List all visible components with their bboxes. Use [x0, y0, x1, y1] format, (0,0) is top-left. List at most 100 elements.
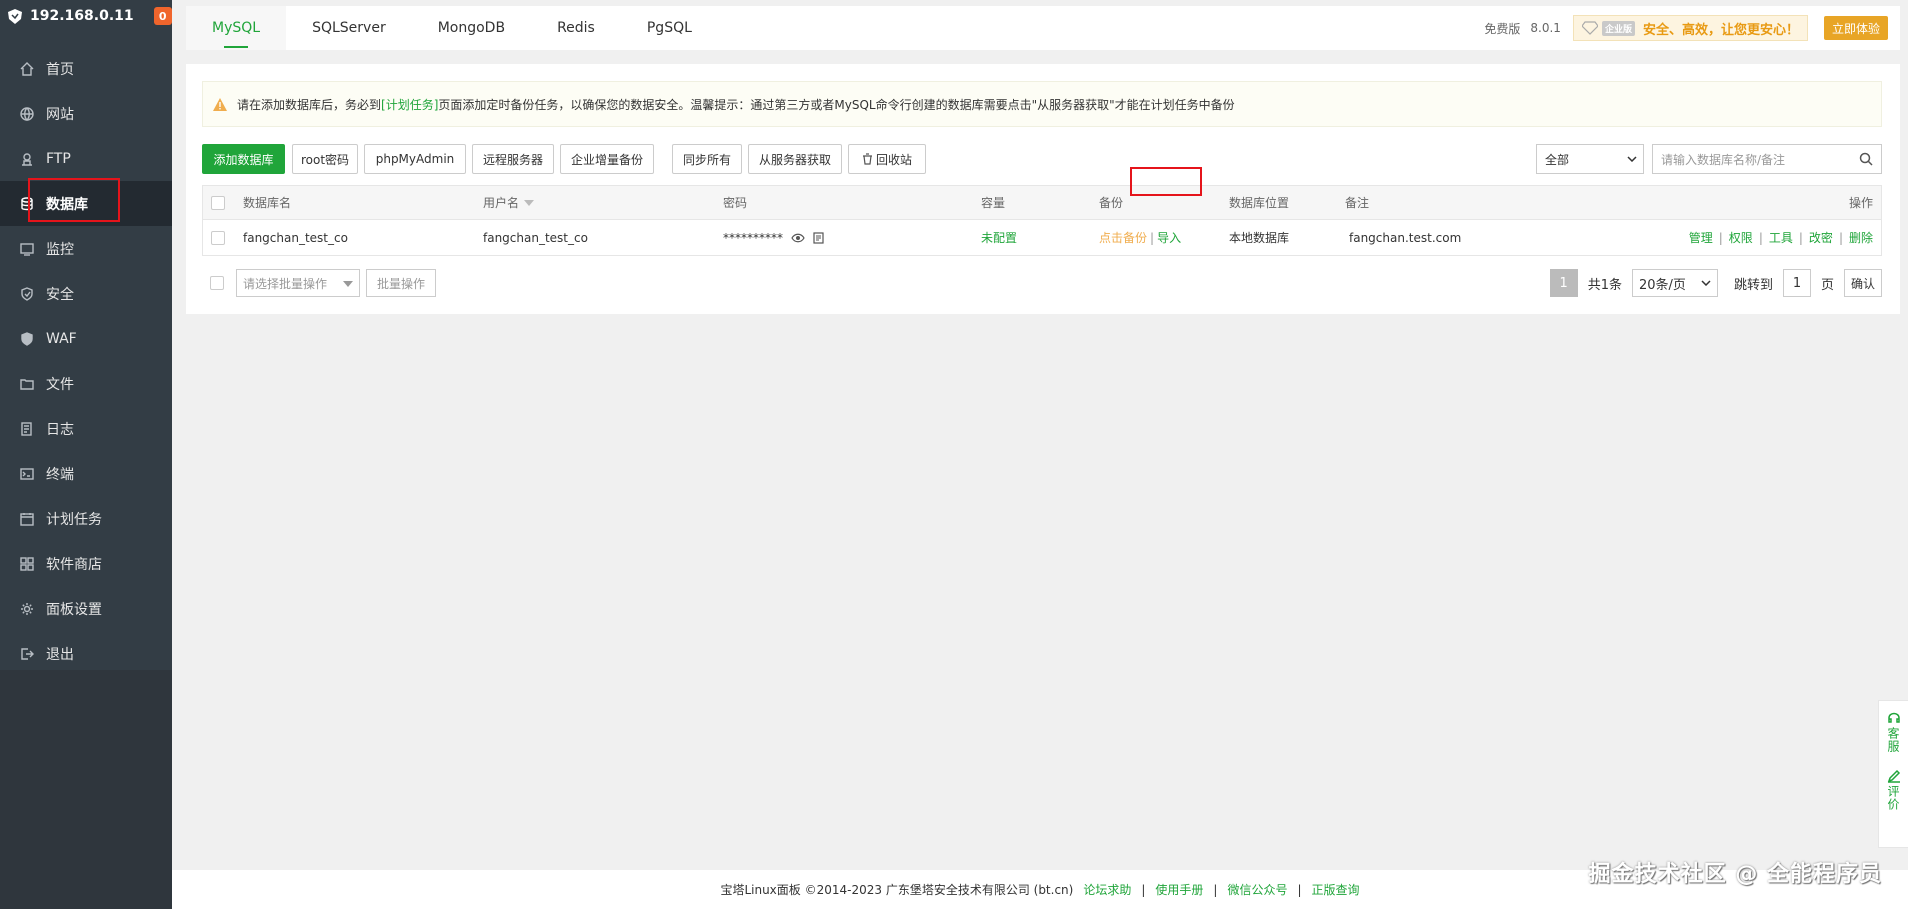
backup-notice: 请在添加数据库后，务必到 [计划任务] 页面添加定时备份任务，以确保您的数据安全…	[202, 81, 1882, 127]
col-name: 数据库名	[243, 196, 292, 210]
sidebar-header: 192.168.0.11 0	[0, 0, 172, 32]
page-current[interactable]: 1	[1549, 269, 1578, 297]
copy-icon[interactable]	[813, 231, 824, 244]
select-all-checkbox[interactable]	[211, 195, 225, 210]
tools-link[interactable]: 工具	[1769, 229, 1793, 246]
database-panel: 请在添加数据库后，务必到 [计划任务] 页面添加定时备份任务，以确保您的数据安全…	[186, 64, 1900, 314]
click-backup-link[interactable]: 点击备份	[1099, 229, 1147, 246]
highlight-box-import	[1130, 167, 1202, 196]
eye-icon[interactable]	[791, 233, 805, 243]
remote-server-button[interactable]: 远程服务器	[472, 144, 554, 174]
tab-pgsql[interactable]: PgSQL	[621, 6, 718, 50]
enterprise-tag: 企业版	[1601, 20, 1635, 36]
col-location: 数据库位置	[1229, 196, 1290, 210]
col-capacity: 容量	[981, 196, 1006, 210]
recycle-bin-button[interactable]: 回收站	[848, 144, 926, 174]
change-password-link[interactable]: 改密	[1809, 229, 1833, 246]
fetch-from-server-button[interactable]: 从服务器获取	[748, 144, 842, 174]
batch-operation-select[interactable]: 请选择批量操作	[236, 269, 360, 297]
sidebar-item-ftp[interactable]: FTP	[0, 136, 172, 181]
row-actions: 管理 | 权限 | 工具 | 改密 | 删除	[1688, 229, 1873, 246]
db-remark[interactable]: fangchan.test.com	[1349, 220, 1461, 255]
tab-redis[interactable]: Redis	[531, 6, 621, 50]
sidebar-item-monitor[interactable]: 监控	[0, 226, 172, 271]
diamond-icon	[1581, 21, 1598, 35]
gear-icon	[21, 602, 33, 615]
warning-icon	[213, 97, 227, 111]
cron-task-link[interactable]: [计划任务]	[381, 96, 438, 113]
manual-link[interactable]: 使用手册	[1155, 881, 1203, 898]
chevron-down-icon	[1701, 280, 1711, 286]
database-type-tabs: MySQL SQLServer MongoDB Redis PgSQL 免费版 …	[186, 6, 1900, 50]
calendar-icon	[20, 512, 34, 526]
watermark: 掘金技术社区 @ 全能程序员	[1588, 862, 1882, 887]
sidebar-item-terminal[interactable]: 终端	[0, 451, 172, 496]
license-check-link[interactable]: 正版查询	[1312, 881, 1360, 898]
goto-page-input[interactable]: 1	[1782, 269, 1811, 297]
delete-link[interactable]: 删除	[1849, 229, 1873, 246]
shield-icon	[21, 286, 33, 301]
sidebar-item-waf[interactable]: WAF	[0, 316, 172, 361]
phpmyadmin-button[interactable]: phpMyAdmin	[364, 144, 466, 174]
sidebar-item-logs[interactable]: 日志	[0, 406, 172, 451]
sidebar-item-website[interactable]: 网站	[0, 91, 172, 136]
batch-operation-button[interactable]: 批量操作	[366, 269, 436, 297]
table-footer: 请选择批量操作 批量操作 1 共1条 20条/页 跳转到 1 页 确认	[202, 267, 1882, 297]
col-user[interactable]: 用户名	[483, 186, 535, 219]
filter-select[interactable]: 全部	[1536, 144, 1644, 174]
add-database-button[interactable]: 添加数据库	[202, 144, 285, 174]
sidebar-item-settings[interactable]: 面板设置	[0, 586, 172, 631]
db-user: fangchan_test_co	[483, 230, 588, 245]
bottom-select-checkbox[interactable]	[210, 276, 224, 290]
page-size-select[interactable]: 20条/页	[1631, 269, 1718, 297]
table-row: fangchan_test_co fangchan_test_co ******…	[202, 220, 1882, 256]
waf-icon	[21, 331, 33, 346]
import-link[interactable]: 导入	[1157, 229, 1181, 246]
backup-separator: |	[1150, 230, 1155, 245]
edition-label: 免费版	[1484, 21, 1521, 36]
toolbar: 添加数据库 root密码 phpMyAdmin 远程服务器 企业增量备份 同步所…	[202, 144, 1882, 174]
forum-link[interactable]: 论坛求助	[1083, 881, 1131, 898]
goto-label: 跳转到	[1733, 277, 1773, 293]
highlight-box-database	[28, 178, 120, 222]
sidebar-item-home[interactable]: 首页	[0, 46, 172, 91]
version-label[interactable]: 8.0.1	[1530, 21, 1561, 35]
trash-icon	[862, 153, 872, 165]
sync-all-button[interactable]: 同步所有	[672, 144, 742, 174]
sidebar-item-security[interactable]: 安全	[0, 271, 172, 316]
table-header: 数据库名 用户名 密码 容量 备份 数据库位置 备注 操作	[202, 185, 1882, 220]
wechat-link[interactable]: 微信公众号	[1227, 881, 1287, 898]
chevron-down-icon	[1627, 156, 1637, 162]
sidebar-item-cron[interactable]: 计划任务	[0, 496, 172, 541]
sidebar-item-store[interactable]: 软件商店	[0, 541, 172, 586]
permission-link[interactable]: 权限	[1729, 229, 1753, 246]
log-icon	[21, 421, 32, 436]
manage-link[interactable]: 管理	[1689, 229, 1713, 246]
backup-cell: 点击备份 | 导入	[1099, 220, 1181, 255]
sidebar-footer-area	[0, 670, 172, 909]
db-location: 本地数据库	[1229, 231, 1290, 245]
try-now-button[interactable]: 立即体验	[1823, 16, 1888, 40]
capacity-status[interactable]: 未配置	[981, 220, 1017, 255]
tab-sqlserver[interactable]: SQLServer	[286, 6, 412, 50]
col-backup: 备份	[1099, 196, 1124, 210]
tab-mysql[interactable]: MySQL	[186, 6, 287, 50]
globe-icon	[20, 106, 34, 121]
sort-icon[interactable]	[524, 199, 535, 206]
feedback-button[interactable]: 评价	[1885, 769, 1902, 811]
row-checkbox[interactable]	[211, 230, 225, 245]
incremental-backup-button[interactable]: 企业增量备份	[560, 144, 654, 174]
col-ops: 操作	[1848, 196, 1873, 210]
tab-mongodb[interactable]: MongoDB	[412, 6, 531, 50]
logout-icon	[21, 647, 34, 660]
search-input[interactable]: 请输入数据库名称/备注	[1652, 144, 1882, 174]
customer-service-button[interactable]: 客服	[1885, 711, 1902, 753]
monitor-icon	[20, 242, 34, 256]
notification-badge[interactable]: 0	[153, 7, 172, 25]
root-password-button[interactable]: root密码	[292, 144, 358, 174]
goto-confirm-button[interactable]: 确认	[1844, 269, 1882, 297]
enterprise-promo[interactable]: 企业版 安全、高效，让您更安心！	[1572, 15, 1808, 41]
search-icon[interactable]	[1859, 152, 1873, 166]
sidebar-item-files[interactable]: 文件	[0, 361, 172, 406]
headset-icon	[1887, 712, 1900, 723]
